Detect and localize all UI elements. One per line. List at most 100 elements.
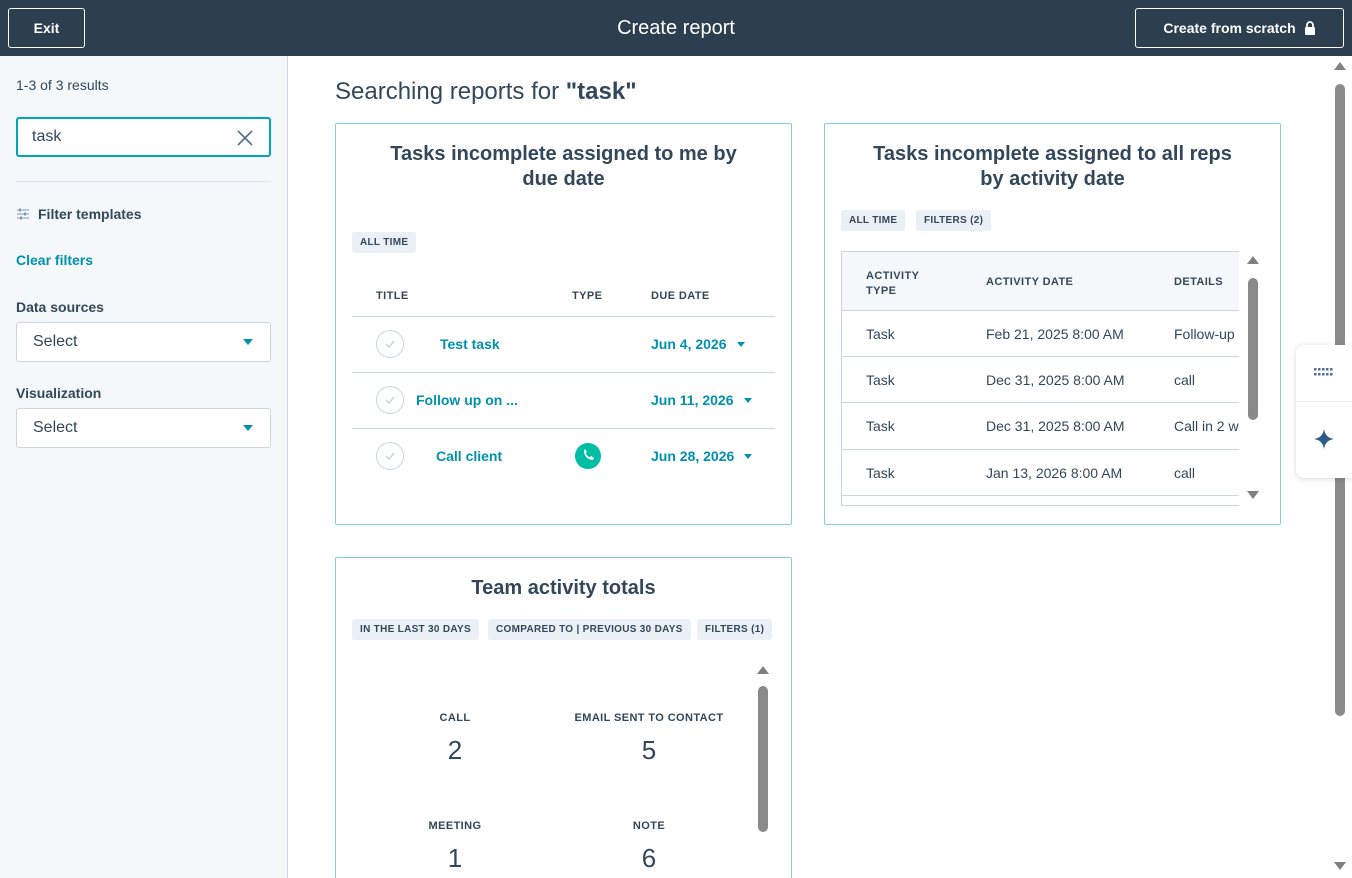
table-cell-type: Task (866, 465, 895, 481)
table-cell-details: Follow-up (1174, 326, 1235, 342)
row-divider (352, 372, 775, 373)
column-header-details: DETAILS (1174, 276, 1224, 288)
visualization-select[interactable]: Select (16, 408, 271, 448)
exit-button[interactable]: Exit (8, 8, 85, 48)
caret-down-icon (243, 339, 253, 345)
search-input[interactable] (32, 127, 222, 147)
complete-task-checkbox[interactable] (376, 386, 404, 414)
scroll-up-icon[interactable] (757, 666, 769, 674)
column-header-title: TITLE (376, 290, 409, 302)
row-divider (842, 356, 1239, 357)
card-title: Team activity totals (471, 577, 656, 599)
table-cell-date: Dec 31, 2025 8:00 AM (986, 372, 1125, 388)
table-cell-date: Jan 13, 2026 8:00 AM (986, 465, 1123, 481)
results-count: 1-3 of 3 results (16, 77, 109, 93)
scroll-down-icon[interactable] (1247, 491, 1259, 499)
scrollbar-thumb[interactable] (1248, 278, 1258, 420)
due-date-dropdown[interactable]: Jun 4, 2026 (651, 336, 745, 352)
caret-down-icon (736, 341, 745, 347)
create-from-scratch-label: Create from scratch (1163, 20, 1296, 36)
row-divider (352, 428, 775, 429)
stat-label-email: EMAIL SENT TO CONTACT (574, 712, 724, 724)
search-heading: Searching reports for "task" (335, 78, 637, 106)
card-title: Tasks incomplete assigned to all reps by… (873, 143, 1232, 190)
table-cell-date: Dec 31, 2025 8:00 AM (986, 418, 1125, 434)
column-header-type: TYPE (572, 290, 603, 302)
data-sources-label: Data sources (16, 299, 104, 315)
scroll-down-icon[interactable] (1334, 862, 1346, 870)
due-date-dropdown[interactable]: Jun 11, 2026 (651, 392, 752, 408)
table-cell-type: Task (866, 326, 895, 342)
stat-label-call: CALL (439, 712, 471, 724)
table-cell-details: call (1174, 465, 1196, 481)
data-sources-value: Select (33, 333, 78, 350)
tag-date-range: IN THE LAST 30 DAYS (352, 619, 479, 640)
report-card-tasks-activity-date[interactable]: Tasks incomplete assigned to all reps by… (824, 123, 1281, 525)
row-divider (352, 316, 775, 317)
stat-label-meeting: MEETING (428, 820, 482, 832)
floating-tools-panel (1296, 345, 1352, 478)
sidebar-divider (16, 181, 271, 182)
visualization-value: Select (33, 419, 78, 436)
top-bar: Exit Create report Create from scratch (0, 0, 1352, 56)
sidebar: 1-3 of 3 results Filter templates Clear … (0, 56, 288, 878)
row-divider (842, 310, 1239, 311)
close-icon[interactable] (236, 129, 254, 147)
due-date-value: Jun 28, 2026 (651, 448, 735, 464)
scroll-up-icon[interactable] (1247, 256, 1259, 264)
row-divider (842, 449, 1239, 450)
report-card-tasks-due-date[interactable]: Tasks incomplete assigned to me by due d… (335, 123, 792, 525)
due-date-value: Jun 4, 2026 (651, 336, 727, 352)
search-heading-query: "task" (565, 78, 637, 105)
report-card-team-activity-totals[interactable]: Team activity totals IN THE LAST 30 DAYS… (335, 557, 792, 878)
stat-value-note: 6 (641, 843, 657, 873)
table-cell-details: Call in 2 w (1174, 418, 1239, 434)
main-content: Searching reports for "task" Tasks incom… (289, 56, 1352, 878)
stat-label-note: NOTE (632, 820, 666, 832)
complete-task-checkbox[interactable] (376, 442, 404, 470)
check-icon (385, 396, 395, 405)
row-divider (842, 495, 1239, 496)
data-sources-select[interactable]: Select (16, 322, 271, 362)
tag-all-time: ALL TIME (352, 232, 417, 253)
filter-templates-label: Filter templates (38, 206, 142, 222)
table-cell-type: Task (866, 418, 895, 434)
search-box[interactable] (16, 117, 271, 157)
column-header-activity-date: ACTIVITY DATE (986, 276, 1074, 288)
scroll-up-icon[interactable] (1334, 62, 1346, 70)
lock-icon (1304, 21, 1315, 35)
due-date-dropdown[interactable]: Jun 28, 2026 (651, 448, 753, 464)
filter-templates-heading: Filter templates (16, 206, 141, 222)
stats-scrollbar[interactable] (757, 666, 769, 878)
stat-value-email: 5 (641, 735, 657, 765)
complete-task-checkbox[interactable] (376, 330, 404, 358)
due-date-value: Jun 11, 2026 (651, 392, 734, 408)
visualization-label: Visualization (16, 385, 102, 401)
search-heading-prefix: Searching reports for (335, 78, 566, 105)
tag-compared-to: COMPARED TO | PREVIOUS 30 DAYS (488, 619, 691, 640)
data-table: ACTIVITY TYPE ACTIVITY DATE DETAILS Task… (841, 251, 1239, 506)
row-divider (842, 402, 1239, 403)
panel-divider (1296, 401, 1352, 402)
caret-down-icon (744, 453, 753, 459)
table-cell-details: call (1174, 372, 1196, 388)
task-title-link[interactable]: Follow up on ... (416, 392, 518, 408)
sparkle-icon[interactable] (1314, 429, 1334, 449)
table-scrollbar[interactable] (1247, 256, 1259, 504)
column-header-activity-type: ACTIVITY TYPE (866, 270, 920, 297)
stat-value-meeting: 1 (447, 843, 463, 873)
card-title: Tasks incomplete assigned to me by due d… (390, 143, 737, 190)
check-icon (385, 452, 395, 461)
table-cell-date: Feb 21, 2025 8:00 AM (986, 326, 1124, 342)
grid-dots-icon[interactable] (1314, 368, 1336, 378)
sliders-icon (17, 208, 29, 220)
column-header-due-date: DUE DATE (651, 290, 710, 302)
clear-filters-link[interactable]: Clear filters (16, 252, 93, 268)
phone-icon (575, 443, 601, 469)
task-title-link[interactable]: Test task (440, 336, 500, 352)
tag-all-time: ALL TIME (841, 210, 906, 231)
caret-down-icon (243, 425, 253, 431)
create-from-scratch-button[interactable]: Create from scratch (1135, 8, 1344, 48)
task-title-link[interactable]: Call client (436, 448, 502, 464)
scrollbar-thumb[interactable] (758, 686, 768, 832)
